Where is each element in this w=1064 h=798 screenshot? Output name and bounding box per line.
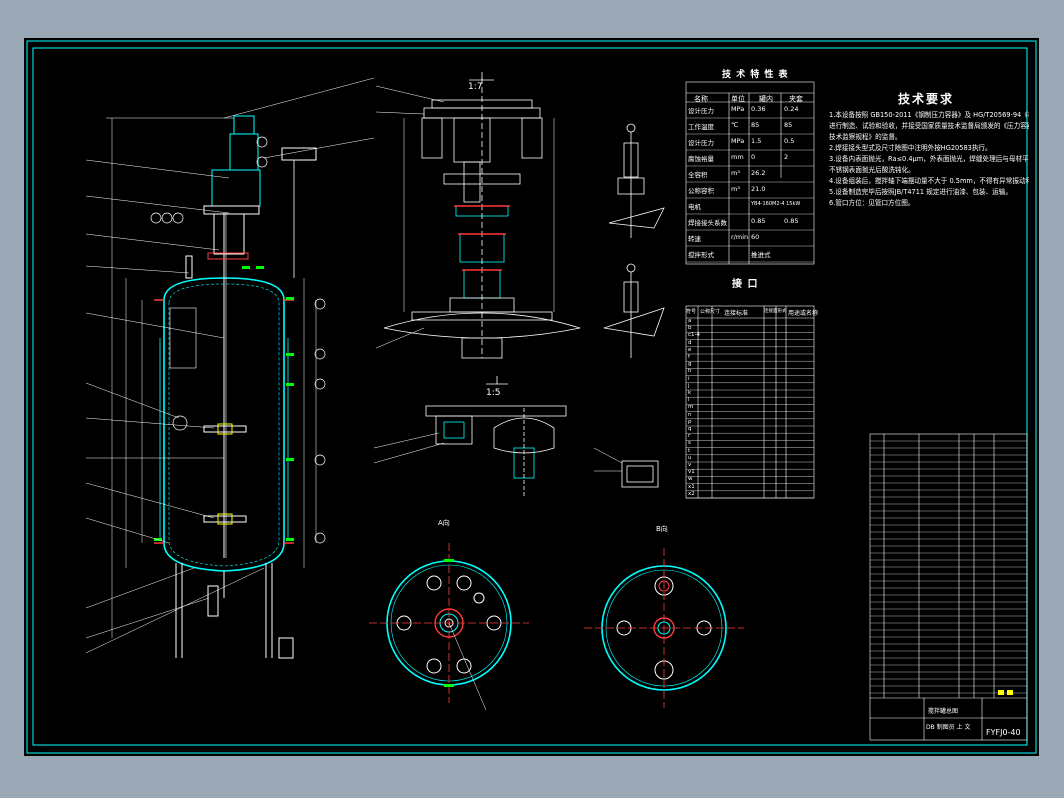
char-cell: 0 — [751, 153, 756, 161]
company-name: DB 制图员 上 文 — [926, 724, 971, 731]
nozzle-details — [593, 123, 665, 488]
char-cell: 搅拌形式 — [688, 251, 714, 259]
top-view-a — [369, 543, 529, 711]
char-header-vessel: 罐内 — [759, 95, 773, 103]
char-header-name: 名称 — [694, 95, 708, 103]
tech-req-line: 1.本设备按照 GB150-2011《钢制压力容器》及 HG/T20569-94… — [829, 111, 1029, 119]
tech-req-line: 2.焊接接头型式及尺寸除图中注明外按HG20583执行。 — [829, 144, 992, 152]
nozzle-symbol: m — [688, 404, 694, 411]
char-cell: 21.0 — [751, 185, 766, 193]
nozzle-symbol: e — [688, 346, 692, 353]
nozzle-symbol: h — [688, 368, 692, 375]
char-cell: YB4-160M2-4 15kW — [751, 201, 801, 207]
nozzle-symbol: q — [688, 426, 692, 432]
char-cell: 工作温度 — [688, 123, 714, 131]
nozzle-symbol: c1-4 — [688, 332, 701, 339]
nozzle-symbol: p — [688, 418, 692, 425]
nozzle-symbol: v1 — [688, 469, 695, 476]
nozzle-header-purpose: 用途或名称 — [788, 310, 819, 317]
nozzle-symbol: k — [688, 390, 692, 396]
char-cell: MPa — [731, 105, 745, 113]
char-cell: mm — [731, 153, 744, 161]
char-cell: 60 — [751, 233, 760, 241]
char-cell: 1.5 — [751, 137, 762, 145]
nozzle-symbol: v — [688, 462, 692, 468]
nozzle-symbol: j — [688, 382, 690, 389]
view-a-label: A向 — [438, 519, 450, 527]
main-vessel — [85, 77, 375, 659]
char-cell: 腐蚀裕量 — [688, 155, 714, 163]
nozzle-symbol: r — [688, 433, 691, 440]
nozzle-symbol: w — [688, 476, 693, 483]
char-cell: 电机 — [688, 203, 701, 211]
char-cell: r/min — [731, 233, 749, 241]
nozzle-symbol: g — [688, 361, 692, 368]
char-cell: 0.85 — [784, 217, 799, 225]
char-cell: 0.5 — [784, 137, 795, 145]
nozzle-table-title: 接 口 — [732, 279, 759, 290]
tech-req-title: 技术要求 — [898, 92, 955, 106]
char-cell: 85 — [784, 121, 793, 129]
char-cell: 转速 — [688, 235, 701, 243]
tech-req-line: 技术监察规程》的监督。 — [829, 133, 902, 141]
char-cell: 焊接接头系数 — [688, 219, 727, 227]
nozzle-header-symbol: 符号 — [686, 309, 697, 315]
tech-req-line: 不锈钢表面抛光后酸洗钝化。 — [829, 166, 915, 174]
nozzle-symbol: b — [688, 325, 692, 332]
char-cell: 2 — [784, 153, 789, 161]
char-cell: 0.85 — [751, 217, 766, 225]
char-header-unit: 单位 — [731, 95, 745, 103]
view-b-label: B向 — [656, 525, 668, 533]
view-c-label: 1:5 — [486, 388, 501, 398]
nozzle-symbol: n — [688, 411, 692, 418]
tech-req-line: 5.设备制造完毕后按照JB/T4711 规定进行油漆、包装、运输。 — [829, 188, 1012, 196]
tech-req-line: 4.设备组装后，搅拌轴下端摆动量不大于 0.5mm，不得有异常振动和噪声。 — [829, 177, 1029, 185]
nozzle-symbol: f — [688, 354, 690, 360]
nozzle-symbol: s — [688, 440, 691, 447]
drawing-name: 搅拌罐总图 — [928, 708, 959, 715]
nozzle-symbol: x1 — [688, 483, 695, 490]
char-cell: m³ — [731, 185, 740, 193]
drawing-number: FYFJ0-40 — [986, 728, 1021, 737]
nozzle-symbol: i — [688, 375, 690, 382]
char-cell: 全容积 — [688, 171, 708, 179]
nozzle-symbol: u — [688, 454, 692, 461]
char-cell: 0.24 — [784, 105, 799, 113]
char-cell: 0.36 — [751, 105, 766, 113]
char-table-title: 技 术 特 性 表 — [722, 70, 789, 80]
nozzle-symbol: d — [688, 339, 692, 346]
char-cell: m³ — [731, 169, 740, 177]
nozzle-symbol: t — [688, 447, 691, 454]
char-header-jacket: 夹套 — [789, 95, 803, 103]
tech-req-list: 1.本设备按照 GB150-2011《钢制压力容器》及 HG/T20569-94… — [829, 110, 1029, 209]
seal-detail — [373, 405, 567, 498]
view-b — [584, 548, 744, 708]
char-cell: 85 — [751, 121, 760, 129]
char-cell: 设计压力 — [688, 107, 714, 115]
char-cell: MPa — [731, 137, 745, 145]
char-cell: 推进式 — [751, 251, 771, 259]
char-cell: 设计压力 — [688, 139, 714, 147]
drawing-sheet: 技术要求 1.本设备按照 GB150-2011《钢制压力容器》及 HG/T205… — [24, 38, 1039, 756]
nozzle-header-standard: 连接标准 — [724, 310, 749, 317]
char-cell: 公称容积 — [688, 187, 714, 195]
nozzle-symbol: x2 — [688, 490, 695, 497]
agitator-detail — [375, 78, 581, 359]
nozzle-symbol: a — [688, 318, 692, 324]
char-cell: ℃ — [731, 121, 739, 129]
tech-req-line: 3.设备内表面抛光，Ra≤0.4μm，外表面抛光，焊缝处理后与母材平齐。 — [829, 155, 1029, 163]
nozzle-header-face: 连接面形式 — [764, 309, 787, 314]
nozzle-symbol: l — [688, 397, 690, 404]
char-cell: 26.2 — [751, 169, 766, 177]
section-label: 1:7 — [468, 82, 483, 92]
tech-req-line: 进行制造、试验和验收，并接受国家质量技术监督局颁发的《压力容器安全 — [829, 122, 1029, 130]
nozzle-header-size: 公称尺寸 — [700, 309, 721, 315]
tech-req-line: 6.管口方位：见管口方位图。 — [829, 199, 915, 207]
